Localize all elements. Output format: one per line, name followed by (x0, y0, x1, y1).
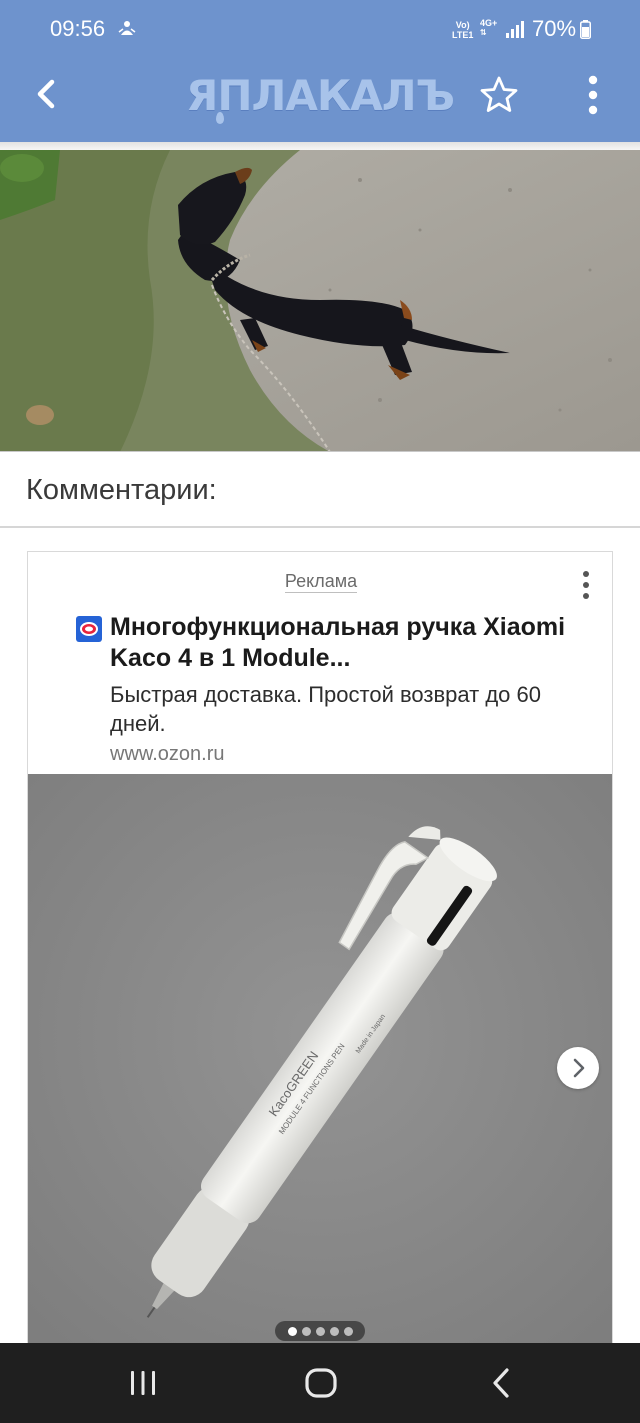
ad-more-vertical-icon[interactable] (574, 568, 598, 602)
carousel-next-button[interactable] (557, 1047, 599, 1089)
pen-product-photo: KacoGREEN MODULE 4 FUNCTIONS PEN Made in… (28, 774, 612, 1350)
status-bar: 09:56 Vo) LTE1 4G+ ⇅ 70% (0, 0, 640, 58)
site-logo[interactable]: ЯПЛАКАЛЪ (186, 72, 455, 120)
more-vertical-icon[interactable] (578, 72, 608, 118)
ad-product-image[interactable]: KacoGREEN MODULE 4 FUNCTIONS PEN Made in… (28, 774, 612, 1350)
post-image-dachshund[interactable] (0, 150, 640, 452)
app-bar-shadow (0, 142, 640, 150)
carousel-dot[interactable] (315, 1326, 325, 1336)
ozon-favicon-icon (76, 616, 102, 642)
signal-icon (506, 21, 524, 38)
volte-top-text: Vo) (455, 20, 470, 30)
recent-apps-icon[interactable] (126, 1369, 160, 1397)
logo-tear-drop (216, 112, 224, 124)
ad-title-link[interactable]: Многофункциональная ручка Xiaomi Kaco 4 … (110, 612, 600, 674)
volte-bottom-text: LTE1 (452, 30, 474, 40)
nav-back-icon[interactable] (490, 1367, 512, 1399)
ad-url-link[interactable]: www.ozon.ru (110, 743, 225, 766)
star-outline-icon[interactable] (478, 74, 520, 116)
comments-heading: Комментарии: (26, 474, 217, 506)
dachshund-photo (0, 150, 640, 451)
data-arrows-icon: ⇅ (480, 28, 487, 37)
carousel-dot[interactable] (287, 1326, 297, 1336)
notification-icon (118, 21, 136, 35)
system-nav-bar (0, 1343, 640, 1423)
carousel-dot[interactable] (329, 1326, 339, 1336)
home-icon[interactable] (304, 1367, 338, 1399)
carousel-pagination (275, 1321, 365, 1341)
ad-card[interactable]: Реклама Многофункциональная ручка Xiaomi… (27, 551, 613, 1351)
ad-label-text: Реклама (284, 571, 358, 593)
ad-description: Быстрая доставка. Простой возврат до 60 … (110, 682, 541, 736)
network-type-text: 4G+ (480, 18, 498, 28)
volte-indicator: Vo) LTE1 (452, 20, 473, 40)
network-type: 4G+ ⇅ (480, 18, 497, 38)
ad-label: Реклама (28, 571, 612, 593)
back-arrow-icon[interactable] (30, 74, 64, 114)
chevron-right-icon (573, 1058, 585, 1078)
app-bar: ЯПЛАКАЛЪ (0, 58, 640, 142)
section-divider (0, 526, 640, 528)
carousel-dot[interactable] (301, 1326, 311, 1336)
carousel-dot[interactable] (343, 1326, 353, 1336)
battery-percent: 70% (532, 16, 577, 41)
status-time: 09:56 (50, 16, 106, 41)
battery-icon (580, 20, 591, 39)
